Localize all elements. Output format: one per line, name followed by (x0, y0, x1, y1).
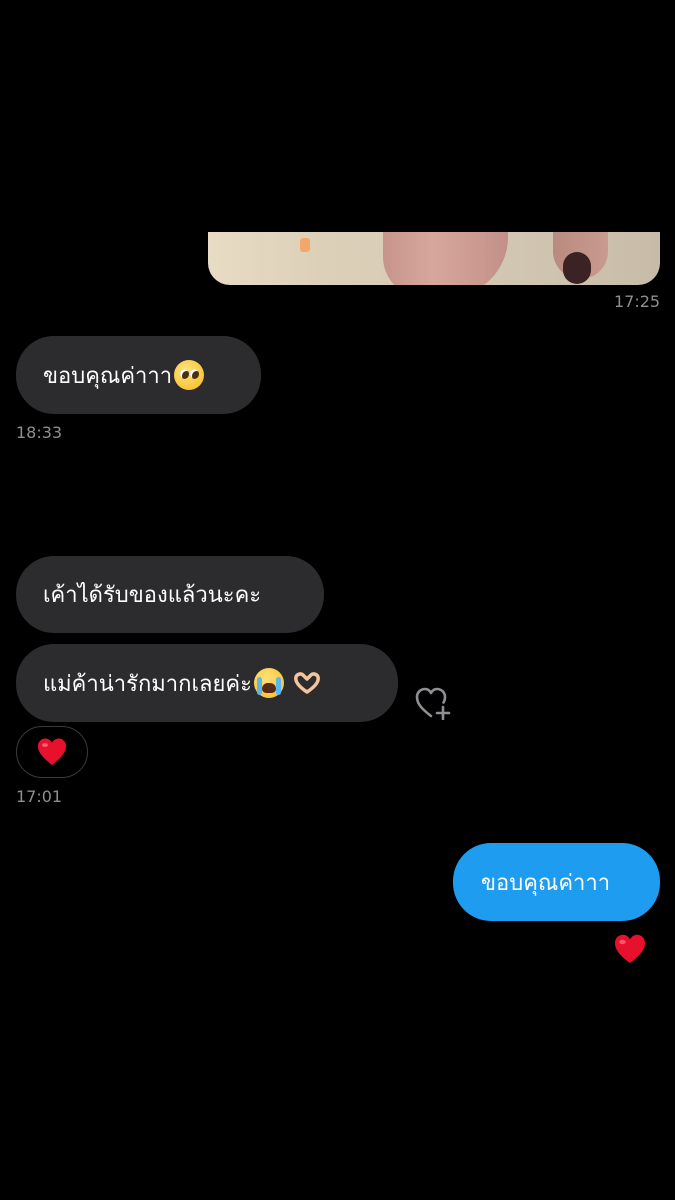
message-timestamp: 18:33 (16, 423, 63, 442)
red-heart-icon (38, 738, 66, 765)
pleading-face-emoji-icon (174, 360, 205, 390)
heart-hands-emoji-icon (293, 672, 320, 694)
message-timestamp: 17:01 (16, 787, 63, 806)
photo-timestamp: 17:25 (614, 292, 661, 311)
loudly-crying-face-emoji-icon (253, 668, 284, 698)
outgoing-message-bubble[interactable]: ขอบคุณค่าาา (453, 843, 660, 921)
photo-detail (383, 232, 508, 285)
message-text: แม่ค้าน่ารักมากเลยค่ะ (43, 671, 252, 697)
photo-detail (300, 238, 310, 252)
message-reaction[interactable] (16, 726, 88, 778)
message-text: เค้าได้รับของแล้วนะคะ (43, 583, 262, 608)
incoming-message-bubble[interactable]: เค้าได้รับของแล้วนะคะ (16, 556, 324, 633)
shared-photo[interactable] (208, 232, 660, 285)
incoming-message-bubble[interactable]: แม่ค้าน่ารักมากเลยค่ะ (16, 644, 398, 722)
photo-detail (563, 252, 591, 284)
message-text: ขอบคุณค่าาา (43, 363, 173, 389)
red-heart-reaction-icon[interactable] (613, 933, 647, 965)
add-reaction-heart-plus-icon[interactable] (414, 686, 452, 720)
incoming-message-bubble[interactable]: ขอบคุณค่าาา (16, 336, 261, 414)
message-text: ขอบคุณค่าาา (481, 870, 611, 896)
